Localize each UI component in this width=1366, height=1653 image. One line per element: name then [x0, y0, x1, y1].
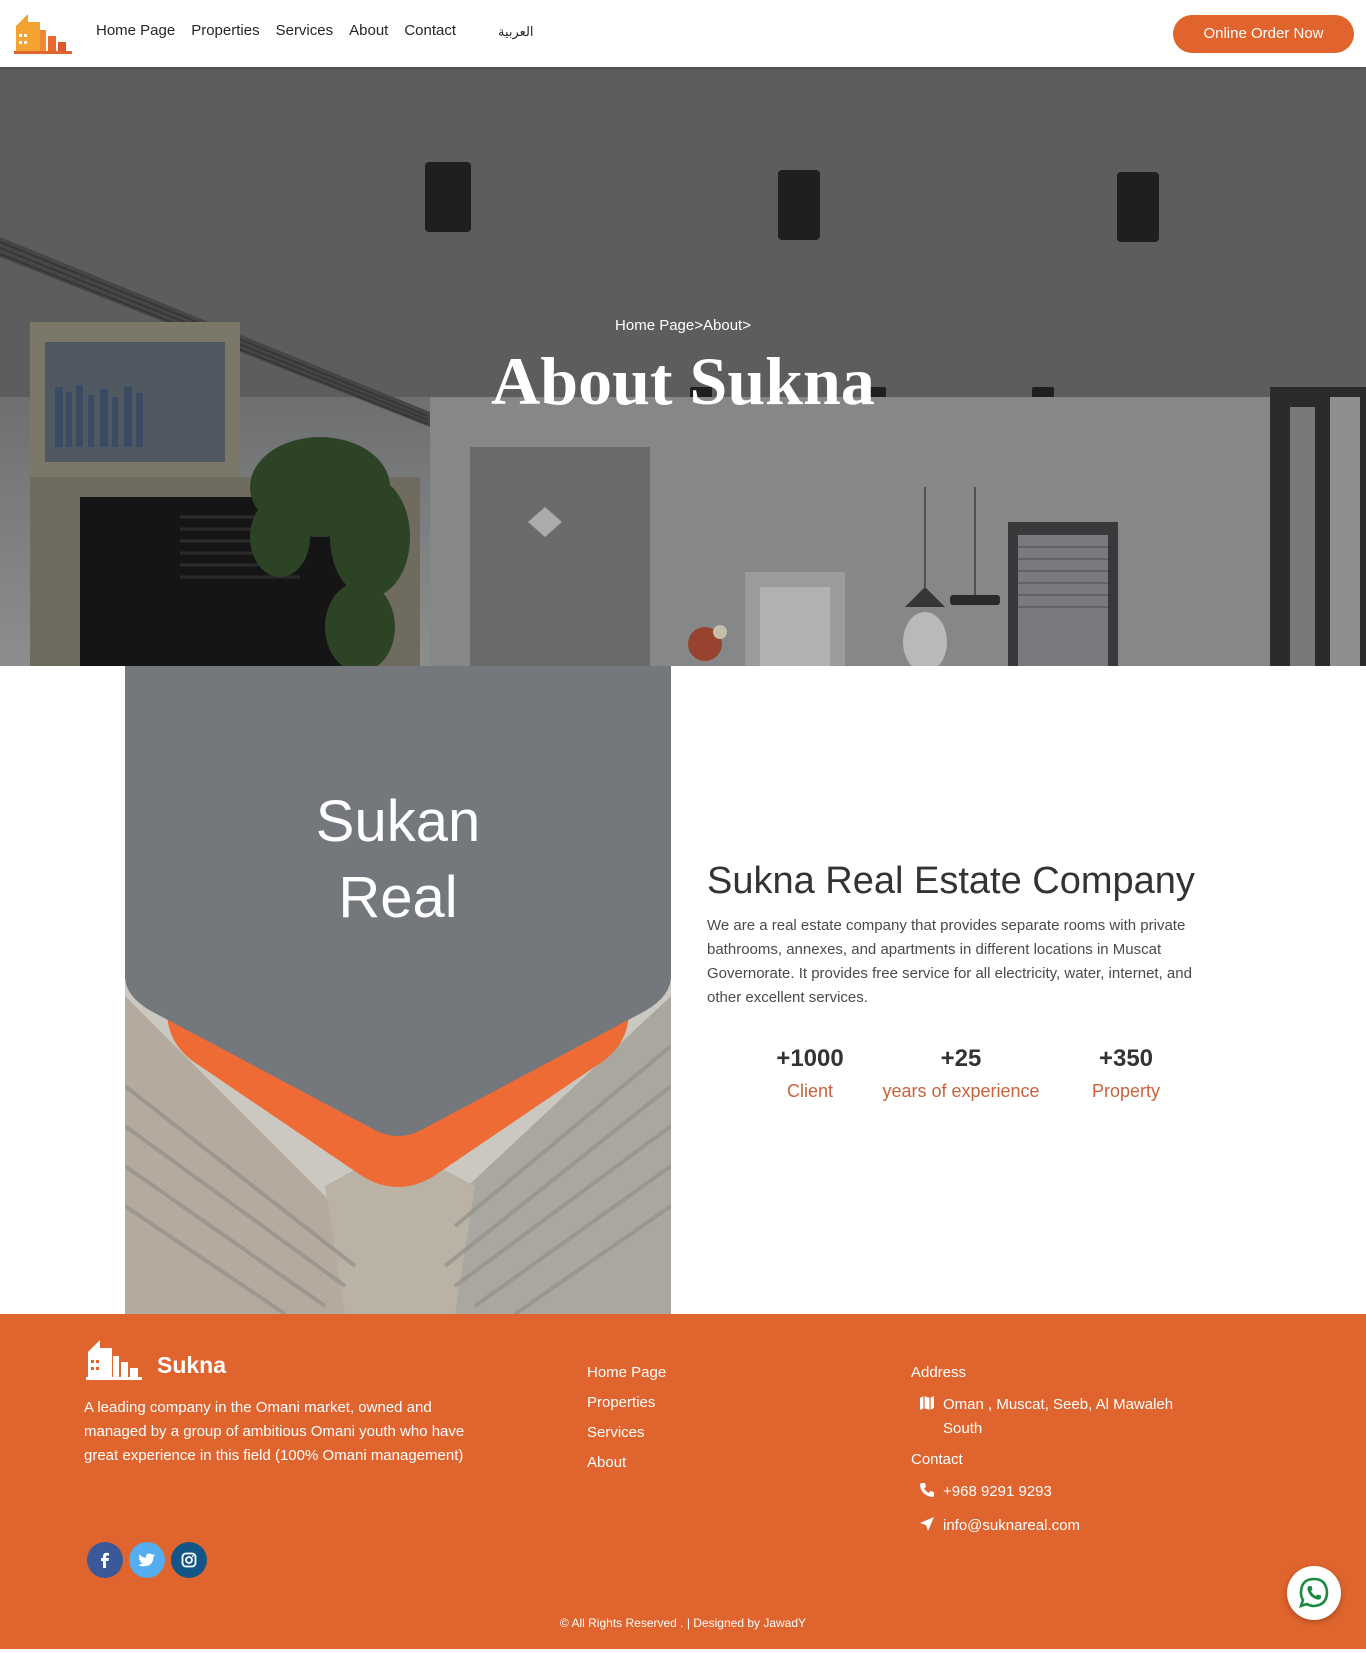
footer-link-properties[interactable]: Properties — [587, 1394, 666, 1411]
address-text: Oman , Muscat, Seeb, Al Mawaleh South — [943, 1396, 1174, 1437]
company-heading: Sukna Real Estate Company — [707, 860, 1195, 902]
main-nav: Home Page Properties Services About Cont… — [96, 22, 472, 39]
top-navbar: Home Page Properties Services About Cont… — [0, 0, 1366, 67]
breadcrumb[interactable]: Home Page>About> — [0, 317, 1366, 334]
stat-label: Client — [786, 1081, 834, 1101]
footer-logo-icon[interactable] — [86, 1338, 142, 1380]
about-feature-image: Sukan Real — [125, 666, 671, 1314]
nav-home[interactable]: Home Page — [96, 22, 175, 39]
address-row: Oman , Muscat, Seeb, Al Mawaleh South — [919, 1393, 1193, 1441]
whatsapp-chat-button[interactable] — [1287, 1566, 1341, 1620]
twitter-icon[interactable] — [129, 1542, 165, 1578]
stat-value: +1000 — [776, 1045, 844, 1072]
footer-link-home[interactable]: Home Page — [587, 1364, 666, 1381]
footer-contact-block: Address Oman , Muscat, Seeb, Al Mawaleh … — [911, 1364, 1193, 1548]
copyright: © All Rights Reserved . | Designed by Ja… — [559, 1616, 807, 1630]
panel-caption: Sukan Real — [125, 784, 671, 936]
footer-description: A leading company in the Omani market, o… — [84, 1399, 465, 1464]
stat-clients: +1000 Client — [760, 1045, 860, 1102]
footer-nav: Home Page Properties Services About — [587, 1364, 666, 1484]
send-icon — [919, 1514, 943, 1536]
stat-properties: +350 Property — [1074, 1045, 1178, 1102]
language-switch[interactable]: العربية — [498, 24, 534, 40]
nav-about[interactable]: About — [349, 22, 388, 39]
email-address[interactable]: info@suknareal.com — [943, 1514, 1080, 1538]
site-footer: Sukna A leading company in the Omani mar… — [0, 1314, 1366, 1649]
online-order-button[interactable]: Online Order Now — [1173, 15, 1354, 53]
hero-banner: Home Page>About> About Sukna — [0, 67, 1366, 666]
footer-link-services[interactable]: Services — [587, 1424, 666, 1441]
instagram-icon[interactable] — [171, 1542, 207, 1578]
map-icon — [919, 1393, 943, 1415]
stat-value: +350 — [1098, 1045, 1154, 1072]
facebook-icon[interactable] — [87, 1542, 123, 1578]
building-logo-icon[interactable] — [14, 12, 72, 54]
panel-line-2: Real — [338, 865, 458, 930]
phone-icon — [919, 1480, 943, 1502]
stat-value: +25 — [940, 1045, 982, 1072]
contact-heading: Contact — [911, 1451, 963, 1468]
address-heading: Address — [911, 1364, 967, 1381]
whatsapp-icon — [1298, 1577, 1329, 1609]
email-row[interactable]: info@suknareal.com — [919, 1514, 1193, 1538]
phone-number[interactable]: +968 9291 9293 — [943, 1480, 1052, 1504]
nav-properties[interactable]: Properties — [191, 22, 259, 39]
phone-row[interactable]: +968 9291 9293 — [919, 1480, 1193, 1504]
stat-label: Property — [1091, 1081, 1161, 1101]
company-description: We are a real estate company that provid… — [707, 917, 1192, 1006]
page-title: About Sukna — [491, 343, 875, 419]
nav-contact[interactable]: Contact — [404, 22, 456, 39]
building-photo — [125, 666, 671, 1314]
social-links — [87, 1542, 207, 1578]
footer-brand: Sukna — [157, 1352, 227, 1378]
footer-link-about[interactable]: About — [587, 1454, 666, 1471]
panel-line-1: Sukan — [315, 789, 481, 854]
stat-label: years of experience — [882, 1081, 1040, 1101]
stat-experience: +25 years of experience — [868, 1045, 1054, 1102]
nav-services[interactable]: Services — [276, 22, 334, 39]
